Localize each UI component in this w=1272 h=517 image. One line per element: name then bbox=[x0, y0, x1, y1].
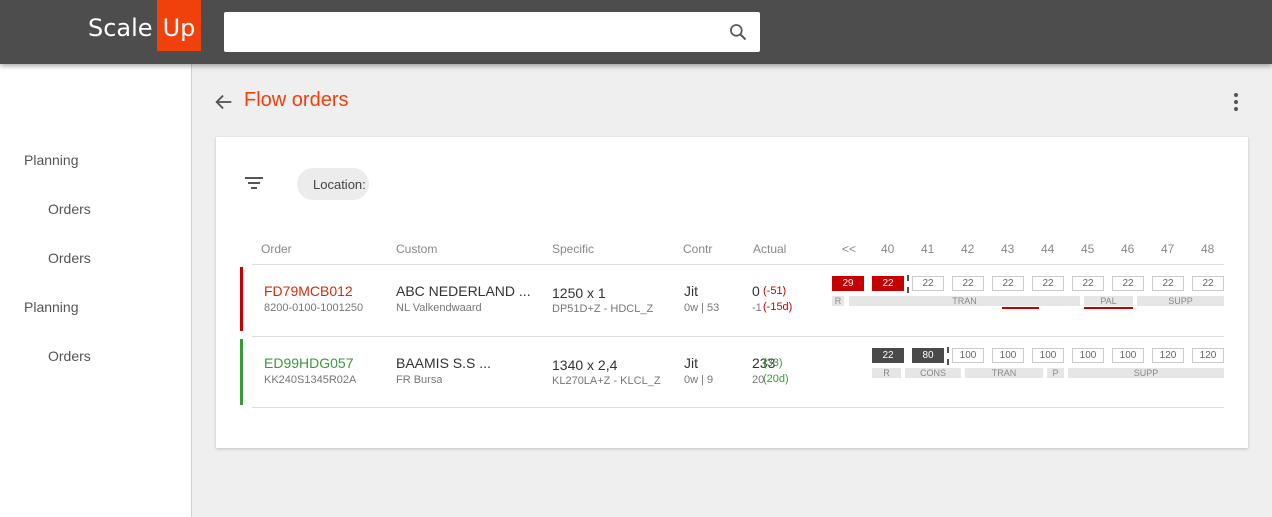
stage-segment: SUPP bbox=[1068, 368, 1224, 378]
week-header: 43 bbox=[1001, 242, 1015, 256]
week-cell[interactable]: 22 bbox=[872, 348, 904, 363]
stage-segment: P bbox=[1047, 368, 1064, 378]
actual-sub-delta: (-15d) bbox=[763, 301, 793, 313]
contract-type: Jit bbox=[684, 283, 698, 299]
order-sub: 8200-0100-1001250 bbox=[264, 302, 364, 314]
actual-delta: (-51) bbox=[763, 285, 787, 297]
week-header: 46 bbox=[1121, 242, 1135, 256]
spec-code: KL270LA+Z - KLCL_Z bbox=[552, 375, 661, 387]
week-cell[interactable]: 100 bbox=[1032, 348, 1064, 363]
sidebar-item-orders[interactable]: Orders bbox=[48, 201, 91, 217]
spec-size: 1250 x 1 bbox=[552, 285, 606, 301]
week-nav-back[interactable]: << bbox=[842, 242, 856, 256]
week-cell[interactable]: 100 bbox=[1112, 348, 1144, 363]
week-cell[interactable]: 80 bbox=[912, 348, 944, 363]
week-cell[interactable]: 100 bbox=[952, 348, 984, 363]
contract-sub: 0w | 9 bbox=[684, 374, 714, 386]
week-cell[interactable]: 100 bbox=[992, 348, 1024, 363]
customer-location: FR Bursa bbox=[396, 374, 443, 386]
current-week-marker bbox=[907, 275, 909, 293]
column-header-order[interactable]: Order bbox=[261, 242, 292, 256]
orders-card: Location: Order Custom Specific Contr Ac… bbox=[216, 137, 1248, 448]
week-cell[interactable]: 22 bbox=[1112, 276, 1144, 291]
header-divider bbox=[252, 264, 1224, 265]
stage-segment: TRAN bbox=[849, 296, 1080, 306]
row-status-bar bbox=[240, 339, 243, 405]
actual-sub: -1 bbox=[752, 302, 762, 314]
order-number[interactable]: ED99HDG057 bbox=[264, 355, 354, 371]
current-week-marker bbox=[947, 347, 949, 365]
customer-name: ABC NEDERLAND ... bbox=[396, 283, 531, 299]
week-header: 44 bbox=[1041, 242, 1055, 256]
spec-size: 1340 x 2,4 bbox=[552, 357, 618, 373]
column-header-specification[interactable]: Specific bbox=[552, 242, 594, 256]
contract-sub: 0w | 53 bbox=[684, 302, 720, 314]
actual-sub-delta: (20d) bbox=[763, 373, 789, 385]
actual-value: 0 bbox=[752, 283, 760, 299]
column-header-customer[interactable]: Custom bbox=[396, 242, 438, 256]
week-cell[interactable]: 100 bbox=[1072, 348, 1104, 363]
sidebar-item-planning[interactable]: Planning bbox=[24, 152, 79, 168]
sidebar-item-orders[interactable]: Orders bbox=[48, 348, 91, 364]
page-title: Flow orders bbox=[244, 89, 349, 111]
week-header: 45 bbox=[1081, 242, 1095, 256]
week-cell[interactable]: 120 bbox=[1192, 348, 1224, 363]
location-filter-chip[interactable]: Location: bbox=[297, 168, 369, 200]
logo-up-text: Up bbox=[156, 0, 202, 51]
row-divider bbox=[252, 407, 1224, 408]
row-divider bbox=[252, 336, 1224, 337]
app-logo[interactable]: Scale Up bbox=[84, 0, 202, 51]
week-cell[interactable]: 22 bbox=[1032, 276, 1064, 291]
top-app-bar: Scale Up bbox=[0, 0, 1272, 64]
stage-segment: PAL bbox=[1084, 296, 1133, 306]
stage-highlight bbox=[1084, 307, 1133, 309]
week-header: 47 bbox=[1161, 242, 1175, 256]
stage-highlight bbox=[1002, 307, 1039, 309]
week-cell[interactable]: 22 bbox=[912, 276, 944, 291]
search-input[interactable] bbox=[224, 12, 760, 52]
stage-segment: R bbox=[832, 296, 844, 306]
week-cell[interactable]: 22 bbox=[992, 276, 1024, 291]
contract-type: Jit bbox=[684, 355, 698, 371]
search-icon[interactable] bbox=[728, 22, 748, 42]
week-cell[interactable]: 120 bbox=[1152, 348, 1184, 363]
stage-segment: R bbox=[872, 368, 901, 378]
sidebar-nav: Planning Orders Orders Planning Orders bbox=[0, 64, 192, 517]
stage-segment: CONS bbox=[905, 368, 961, 378]
stage-segment: TRAN bbox=[965, 368, 1043, 378]
row-status-bar bbox=[240, 267, 243, 331]
column-header-contract[interactable]: Contr bbox=[683, 242, 715, 256]
column-header-actual[interactable]: Actual bbox=[753, 242, 786, 256]
spec-code: DP51D+Z - HDCL_Z bbox=[552, 303, 654, 315]
stage-segment: SUPP bbox=[1137, 296, 1224, 306]
week-header: 48 bbox=[1201, 242, 1215, 256]
logo-scale-text: Scale bbox=[88, 14, 153, 42]
actual-delta: (33) bbox=[763, 357, 783, 369]
week-header: 41 bbox=[921, 242, 935, 256]
order-sub: KK240S1345R02A bbox=[264, 374, 357, 386]
week-cell[interactable]: 22 bbox=[872, 276, 904, 291]
sidebar-item-planning[interactable]: Planning bbox=[24, 299, 79, 315]
week-cell[interactable]: 29 bbox=[832, 276, 864, 291]
customer-location: NL Valkendwaard bbox=[396, 302, 482, 314]
week-cell[interactable]: 22 bbox=[1072, 276, 1104, 291]
week-cell[interactable]: 22 bbox=[1152, 276, 1184, 291]
week-header: 42 bbox=[961, 242, 975, 256]
order-number[interactable]: FD79MCB012 bbox=[264, 283, 353, 299]
week-header: 40 bbox=[881, 242, 895, 256]
week-cell[interactable]: 22 bbox=[952, 276, 984, 291]
sidebar-item-orders[interactable]: Orders bbox=[48, 250, 91, 266]
more-vert-icon[interactable] bbox=[1230, 92, 1242, 112]
customer-name: BAAMIS S.S ... bbox=[396, 355, 491, 371]
week-cell[interactable]: 22 bbox=[1192, 276, 1224, 291]
filter-icon[interactable] bbox=[244, 175, 264, 191]
arrow-back-icon[interactable] bbox=[213, 91, 235, 113]
